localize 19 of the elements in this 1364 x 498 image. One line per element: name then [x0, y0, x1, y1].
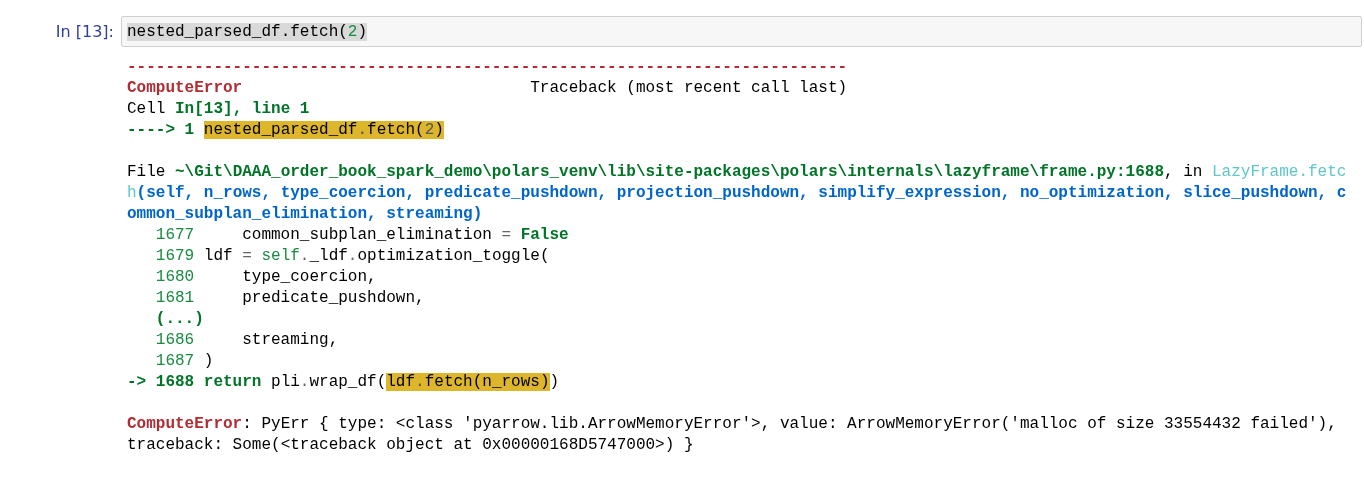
source-code-line: 1687 ) — [154, 351, 215, 372]
source-code-line: 1679 ldf = self._ldf.optimization_toggle( — [154, 246, 551, 267]
source-code-line: 1686 streaming, — [154, 330, 340, 351]
source-code-line: 1680 type_coercion, — [154, 267, 378, 288]
traceback-line: ommon_subplan_elimination, streaming) — [127, 204, 484, 225]
traceback-line: -> 1688 return pli.wrap_df(ldf.fetch(n_rows)) — [127, 372, 561, 393]
traceback-line: h(self, n_rows, type_coercion, predicate_pushdown, projection_pushdown, simplify_expression, no_optimization, slice_pushdown, c — [127, 183, 1348, 204]
source-code-line: 1677 common_subplan_elimination = False — [154, 225, 570, 246]
error-message-line: traceback: Some(<traceback object at 0x00000168D5747000>) } — [127, 435, 695, 456]
source-code-line: (...) — [154, 309, 205, 330]
code-input-field[interactable]: nested_parsed_df.fetch(2) — [121, 16, 1362, 47]
traceback-line: File ~\Git\DAAA_order_book_spark_demo\polars_venv\lib\site-packages\polars\internals\lazyframe\frame.py:1688, in LazyFrame.fetc — [127, 162, 1348, 183]
source-code-line: 1681 predicate_pushdown, — [154, 288, 426, 309]
input-prompt: In [13]: — [54, 21, 115, 42]
traceback-line: ----> 1 nested_parsed_df.fetch(2) — [127, 120, 445, 141]
traceback-line: Cell In[13], line 1 — [127, 99, 311, 120]
error-message-line: ComputeError: PyErr { type: <class 'pyarrow.lib.ArrowMemoryError'>, value: ArrowMemoryError('malloc of size 33554432 failed'), — [127, 414, 1338, 435]
traceback-line: ComputeError Traceback (most recent call last) — [127, 78, 849, 99]
traceback-line: --------------------------------------------------------------------------- — [127, 57, 849, 78]
